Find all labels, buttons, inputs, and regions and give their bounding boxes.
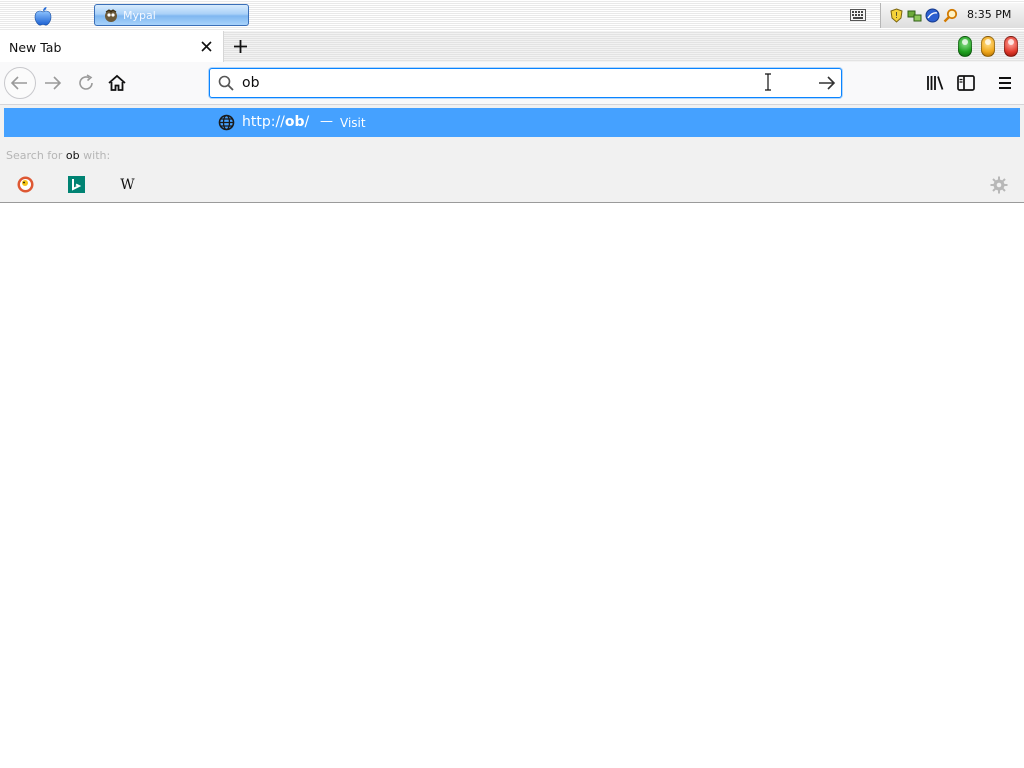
globe-icon[interactable]	[925, 8, 940, 23]
navigation-toolbar	[0, 62, 1024, 105]
sidebar-button[interactable]	[954, 71, 978, 95]
app-icon	[105, 9, 117, 22]
search-with-label: Search for ob with:	[6, 149, 110, 162]
go-arrow-icon[interactable]	[818, 75, 836, 91]
keyboard-icon[interactable]	[850, 9, 866, 21]
back-arrow-icon	[10, 76, 27, 90]
taskbar-app-button[interactable]: Mypal	[94, 4, 249, 26]
hamburger-menu-icon	[999, 77, 1011, 89]
result-action-label: Visit	[340, 116, 366, 130]
gear-icon[interactable]	[990, 176, 1008, 194]
tab-title: New Tab	[9, 40, 62, 55]
search-with-suffix: with:	[83, 149, 111, 162]
wikipedia-icon[interactable]: W	[119, 177, 136, 194]
urlbar-autocomplete-popup: http://ob/ — Visit Search for ob with: W	[0, 105, 1024, 203]
home-icon	[108, 74, 126, 91]
result-url: http://ob/	[242, 114, 309, 130]
duckduckgo-icon[interactable]	[17, 176, 34, 193]
tab-strip: New Tab	[0, 31, 1024, 63]
window-minimize-light[interactable]	[958, 36, 972, 57]
shield-icon[interactable]: !	[889, 8, 904, 23]
taskbar-app-label: Mypal	[123, 9, 156, 22]
window-close-light[interactable]	[1004, 36, 1018, 57]
home-button[interactable]	[105, 71, 129, 95]
page-content-area	[0, 203, 1024, 768]
bing-icon[interactable]	[68, 176, 85, 193]
forward-button[interactable]	[41, 71, 65, 95]
search-with-prefix: Search for	[6, 149, 63, 162]
search-icon	[218, 75, 234, 91]
result-url-prefix: http://	[242, 114, 285, 130]
search-with-query: ob	[65, 149, 80, 162]
network-icon[interactable]	[907, 8, 922, 23]
reload-button[interactable]	[74, 71, 98, 95]
text-cursor-icon	[765, 73, 771, 91]
sidebar-icon	[957, 75, 975, 91]
svg-text:!: !	[895, 11, 898, 20]
globe-icon	[218, 114, 235, 131]
autocomplete-result-row[interactable]: http://ob/ — Visit	[4, 108, 1020, 137]
window-maximize-light[interactable]	[981, 36, 995, 57]
os-menu-bar: Mypal ! 8:35 PM	[0, 0, 1024, 32]
tab-new-tab[interactable]: New Tab	[0, 31, 224, 62]
search-icon[interactable]	[943, 8, 958, 23]
forward-arrow-icon	[45, 76, 62, 90]
url-input[interactable]	[242, 74, 802, 92]
close-icon[interactable]	[200, 40, 213, 53]
result-url-match: ob	[284, 114, 305, 130]
result-separator: —	[320, 114, 333, 129]
url-bar[interactable]	[209, 68, 842, 98]
result-url-suffix: /	[304, 114, 310, 130]
back-button[interactable]	[4, 67, 36, 99]
library-button[interactable]	[923, 71, 947, 95]
apple-icon[interactable]	[34, 6, 52, 26]
reload-icon	[79, 74, 93, 90]
library-icon	[927, 76, 944, 90]
menu-button[interactable]	[993, 71, 1017, 95]
new-tab-icon[interactable]	[232, 38, 249, 55]
clock: 8:35 PM	[967, 8, 1012, 21]
